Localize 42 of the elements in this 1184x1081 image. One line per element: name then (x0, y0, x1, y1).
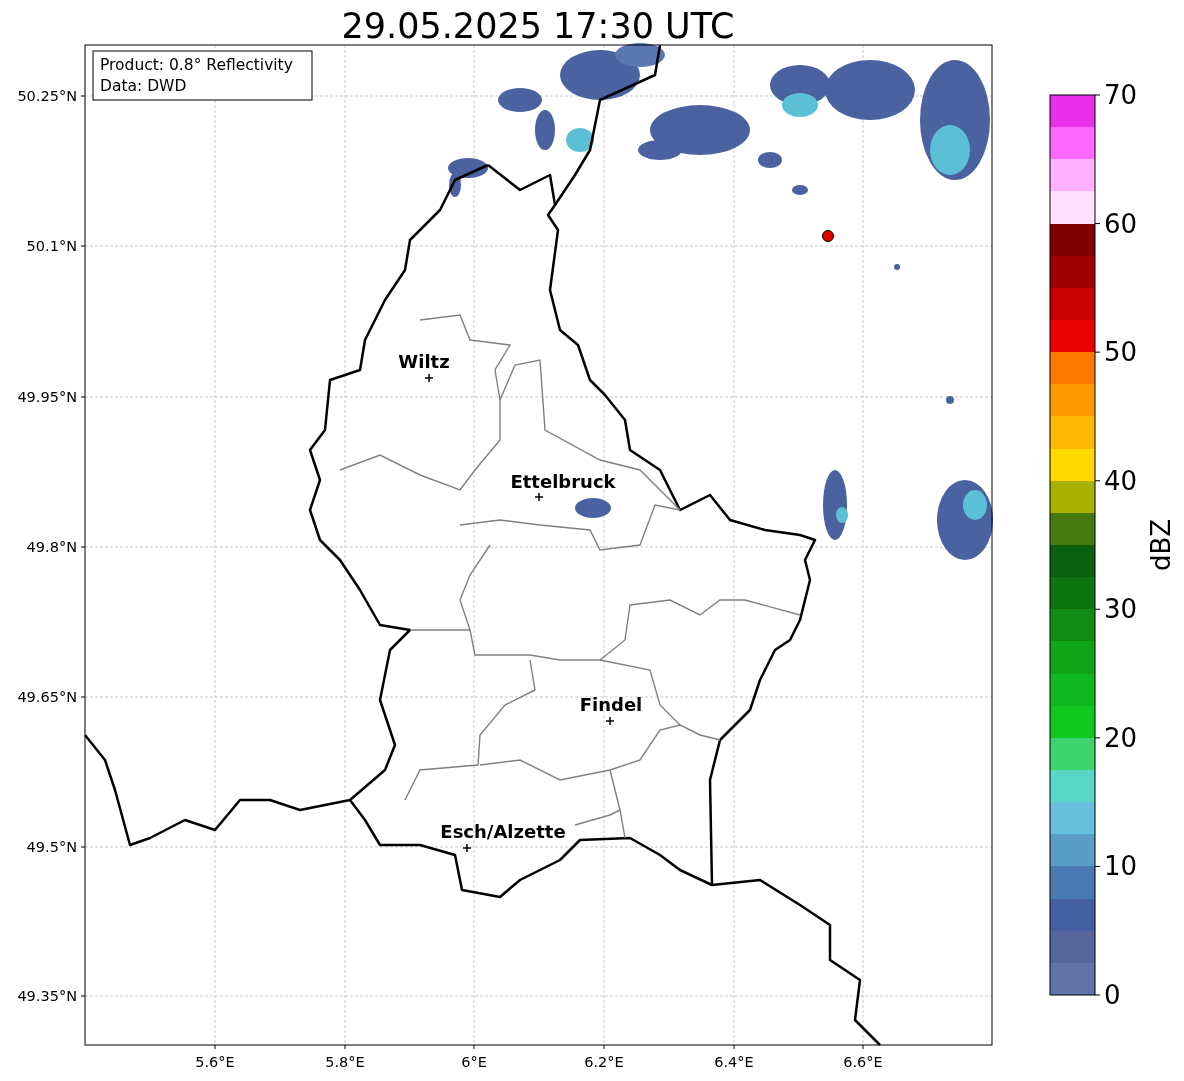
latitude-label: 49.95°N (17, 389, 77, 405)
info-text: Data: DWD (100, 77, 187, 95)
colorbar-tick-label: 50 (1104, 337, 1138, 368)
tick-mark (1094, 737, 1101, 739)
city-marker-icon (424, 373, 434, 383)
city-marker-icon (462, 843, 472, 853)
city-label: Wiltz (398, 351, 450, 372)
colorbar-tick-label: 40 (1104, 465, 1138, 496)
longitude-label: 6.2°E (584, 1054, 624, 1070)
latitude-label: 49.35°N (17, 988, 77, 1004)
colorbar-tick-label: 30 (1104, 594, 1138, 625)
city-label: Ettelbruck (510, 471, 616, 492)
colorbar-tick-label: 60 (1104, 208, 1138, 239)
longitude-label: 5.6°E (195, 1054, 235, 1070)
latitude-label: 49.5°N (26, 839, 77, 855)
longitude-label: 6.6°E (843, 1054, 883, 1070)
longitude-label: 6°E (461, 1054, 487, 1070)
colorbar-title: dBZ (1146, 518, 1176, 572)
tick-mark (1094, 865, 1101, 867)
info-text: Product: 0.8° Reflectivity (100, 56, 293, 74)
longitude-label: 6.4°E (714, 1054, 754, 1070)
colorbar-tick-label: 20 (1104, 722, 1138, 753)
latitude-label: 50.1°N (26, 238, 77, 254)
tick-mark (1094, 994, 1101, 996)
tick-mark (1094, 480, 1101, 482)
latitude-label: 49.8°N (26, 539, 77, 555)
city-label: Findel (579, 694, 643, 715)
latitude-label: 49.65°N (17, 689, 77, 705)
tick-mark (1094, 608, 1101, 610)
tick-mark (1094, 351, 1101, 353)
location-dot-icon (822, 230, 834, 242)
latitude-label: 50.25°N (17, 88, 77, 104)
city-marker-icon (534, 492, 544, 502)
tick-mark (1094, 94, 1101, 96)
city-marker-icon (605, 716, 615, 726)
colorbar-tick-label: 70 (1104, 80, 1138, 110)
colorbar-tick-label: 0 (1104, 980, 1121, 1010)
map-title: 29.05.2025 17:30 UTC (341, 6, 735, 46)
colorbar-tick-label: 10 (1104, 851, 1138, 882)
longitude-label: 5.8°E (325, 1054, 365, 1070)
tick-mark (1094, 223, 1101, 225)
city-label: Esch/Alzette (440, 821, 566, 842)
